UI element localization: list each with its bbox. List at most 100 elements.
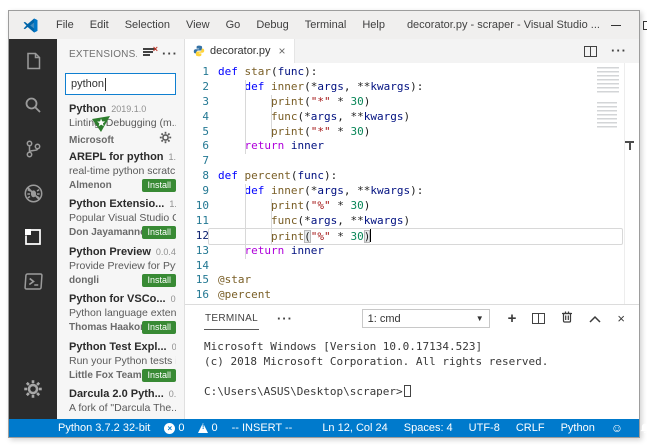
manage-gear-icon[interactable] — [9, 367, 57, 411]
line-number: 3 — [185, 95, 209, 110]
extensions-sidebar: EXTENSIONS... × ··· python Python2019.1.… — [57, 39, 185, 419]
menu-edit[interactable]: Edit — [82, 11, 117, 39]
menu-terminal[interactable]: Terminal — [297, 11, 355, 39]
extension-list-item[interactable]: Python for VSCo... 0.2.3 Python language e… — [69, 293, 176, 337]
code-line[interactable]: 14 — [185, 259, 639, 274]
code-editor[interactable]: 1def star(func):2 def inner(*args, **kwa… — [185, 63, 639, 304]
tab-decorator-py[interactable]: decorator.py × — [185, 39, 295, 63]
code-line[interactable]: 15@star — [185, 273, 639, 288]
terminal-panel-icon[interactable] — [9, 259, 57, 303]
warnings-status[interactable]: 0 — [198, 422, 217, 434]
new-terminal-icon[interactable]: + — [508, 313, 517, 325]
extension-list-item[interactable]: Python2019.1.0Linting, Debugging (m...Mi… — [69, 103, 176, 147]
menu-file[interactable]: File — [48, 11, 82, 39]
python-interpreter-status[interactable]: Python 3.7.2 32-bit — [58, 422, 150, 434]
editor-more-actions-icon[interactable]: ··· — [611, 46, 627, 56]
sidebar-title: EXTENSIONS... — [69, 49, 137, 60]
code-line[interactable]: 2 def inner(*args, **kwargs): — [185, 80, 639, 95]
extensions-search-input[interactable]: python — [65, 73, 176, 95]
line-number: 14 — [185, 259, 209, 274]
install-button[interactable]: Install — [142, 369, 176, 382]
clear-extensions-filter-icon[interactable]: × — [143, 45, 156, 63]
code-line[interactable]: 7 — [185, 154, 639, 169]
notifications-bell-icon[interactable] — [639, 422, 647, 435]
feedback-smiley-icon[interactable]: ☺ — [611, 422, 623, 434]
minimap[interactable] — [597, 67, 623, 128]
extensions-list: Python2019.1.0Linting, Debugging (m...Mi… — [57, 101, 184, 419]
window-title: decorator.py - scraper - Visual Studio .… — [407, 19, 600, 31]
menu-go[interactable]: Go — [218, 11, 249, 39]
indentation-status[interactable]: Spaces: 4 — [404, 422, 453, 434]
problems-status[interactable]: × 0 — [164, 422, 184, 434]
menu-view[interactable]: View — [178, 11, 218, 39]
source-control-icon[interactable] — [9, 127, 57, 171]
cursor-position-status[interactable]: Ln 12, Col 24 — [322, 422, 387, 434]
kill-terminal-icon[interactable] — [561, 310, 573, 328]
extension-author: Little Fox Team — [69, 370, 142, 381]
extension-name: Python for VSCo... — [69, 293, 166, 305]
extension-list-item[interactable]: Python Extensio...1.4.0Popular Visual St… — [69, 198, 176, 242]
menu-selection[interactable]: Selection — [117, 11, 178, 39]
code-line[interactable]: 12 print("%" * 30) — [185, 229, 639, 244]
line-number: 11 — [185, 214, 209, 229]
extension-list-item[interactable]: Python Test Expl...0.3.0Run your Python … — [69, 341, 176, 385]
code-line[interactable]: 4 func(*args, **kwargs) — [185, 110, 639, 125]
explorer-icon[interactable] — [9, 39, 57, 83]
menu-debug[interactable]: Debug — [248, 11, 296, 39]
extension-list-item[interactable]: Darcula 2.0 Pyth...0.1.4A fork of "Darcu… — [69, 388, 176, 419]
extension-name: Python Extensio... — [69, 198, 164, 210]
extension-author: Almenon — [69, 180, 142, 191]
code-line[interactable]: 3 print("*" * 30) — [185, 95, 639, 110]
maximize-panel-icon[interactable] — [589, 310, 601, 328]
install-button[interactable]: Install — [142, 274, 176, 287]
terminal-line — [204, 369, 639, 384]
terminal-tab[interactable]: TERMINAL — [204, 307, 259, 330]
extension-description: Python language exten... — [69, 307, 176, 319]
extension-version: 0.3.0 — [172, 342, 176, 352]
extension-description: Run your Python tests i... — [69, 355, 176, 367]
code-line[interactable]: 1def star(func): — [185, 65, 639, 80]
code-line[interactable]: 5 print("*" * 30) — [185, 125, 639, 140]
terminal-shell-select[interactable]: 1: cmd ▼ — [362, 309, 490, 328]
debug-icon[interactable] — [9, 171, 57, 215]
code-line[interactable]: 11 func(*args, **kwargs) — [185, 214, 639, 229]
code-line[interactable]: 6 return inner — [185, 139, 639, 154]
menu-help[interactable]: Help — [354, 11, 393, 39]
extension-list-item[interactable]: Python Preview0.0.4Provide Preview for P… — [69, 246, 176, 290]
code-line[interactable]: 16@percent — [185, 288, 639, 303]
extension-list-item[interactable]: AREPL for python1.0.8real-time python sc… — [69, 151, 176, 195]
tab-close-icon[interactable]: × — [279, 44, 286, 58]
title-bar: File Edit Selection View Go Debug Termin… — [9, 11, 639, 39]
terminal-more-actions-icon[interactable]: ··· — [277, 314, 293, 324]
close-panel-icon[interactable]: × — [617, 311, 625, 326]
extension-version: 0.2.3 — [171, 294, 176, 304]
search-icon[interactable] — [9, 83, 57, 127]
status-bar: Python 3.7.2 32-bit × 0 0 -- INSERT -- L… — [9, 419, 639, 437]
extension-gear-icon[interactable] — [159, 131, 172, 149]
code-line[interactable]: 13 return inner — [185, 244, 639, 259]
split-editor-icon[interactable] — [584, 46, 597, 57]
terminal-output[interactable]: Microsoft Windows [Version 10.0.17134.52… — [185, 332, 639, 419]
language-mode-status[interactable]: Python — [561, 422, 595, 434]
code-line[interactable]: 9 def inner(*args, **kwargs): — [185, 184, 639, 199]
maximize-button[interactable] — [632, 11, 647, 39]
sidebar-more-actions-icon[interactable]: ··· — [162, 49, 178, 59]
extension-name: Python — [69, 103, 106, 115]
line-number: 5 — [185, 125, 209, 140]
split-terminal-icon[interactable] — [532, 313, 545, 324]
install-button[interactable]: Install — [142, 226, 176, 239]
minimize-button[interactable] — [600, 11, 632, 39]
eol-status[interactable]: CRLF — [516, 422, 545, 434]
extension-description: Linting, Debugging (m... — [69, 117, 176, 129]
code-line[interactable]: 10 print("%" * 30) — [185, 199, 639, 214]
extension-version: 0.0.4 — [156, 247, 176, 257]
install-button[interactable]: Install — [142, 179, 176, 192]
encoding-status[interactable]: UTF-8 — [469, 422, 500, 434]
warning-icon — [198, 423, 208, 433]
line-number: 10 — [185, 199, 209, 214]
line-number: 1 — [185, 65, 209, 80]
install-button[interactable]: Install — [142, 321, 176, 334]
vim-mode-status[interactable]: -- INSERT -- — [232, 422, 293, 434]
code-line[interactable]: 8def percent(func): — [185, 169, 639, 184]
extensions-icon[interactable] — [9, 215, 57, 259]
